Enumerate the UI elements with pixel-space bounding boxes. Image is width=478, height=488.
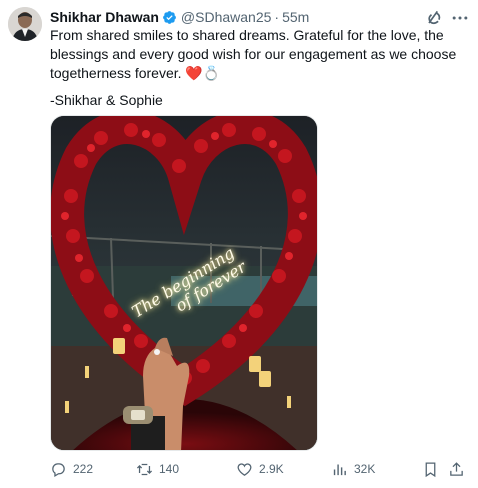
tweet-header: Shikhar Dhawan @SDhawan25 · 55m	[50, 7, 309, 27]
retweet-button[interactable]: 140	[136, 458, 179, 480]
bookmark-button[interactable]	[422, 458, 439, 480]
retweet-icon	[136, 463, 153, 475]
like-count: 2.9K	[259, 462, 284, 476]
views-count: 32K	[354, 462, 376, 476]
heart-icon	[237, 462, 252, 476]
views-button[interactable]: 32K	[331, 458, 375, 480]
tweet-actions: 222 140 2.9K 32K	[50, 458, 470, 480]
tweet[interactable]: Shikhar Dhawan @SDhawan25 · 55m From sha…	[0, 0, 478, 488]
tweet-signature: -Shikhar & Sophie	[50, 92, 163, 108]
author-name[interactable]: Shikhar Dhawan	[50, 9, 159, 25]
reply-count: 222	[73, 462, 94, 476]
tweet-text: From shared smiles to shared dreams. Gra…	[50, 26, 460, 83]
tweet-text-content: From shared smiles to shared dreams. Gra…	[50, 27, 457, 81]
retweet-count: 140	[159, 462, 180, 476]
reply-icon	[52, 462, 65, 477]
verified-badge-icon	[162, 10, 177, 25]
avatar[interactable]	[8, 7, 42, 41]
share-button[interactable]	[448, 458, 465, 480]
bookmark-icon	[425, 461, 436, 477]
share-icon	[450, 461, 463, 476]
tweet-timestamp[interactable]: 55m	[282, 9, 309, 25]
views-icon	[333, 464, 346, 475]
reply-button[interactable]: 222	[50, 458, 93, 480]
grok-icon[interactable]	[424, 8, 444, 28]
separator-dot: ·	[274, 9, 280, 25]
tweet-photo[interactable]: The beginning of forever	[50, 115, 318, 451]
like-button[interactable]: 2.9K	[236, 458, 284, 480]
author-handle[interactable]: @SDhawan25	[181, 9, 272, 25]
more-icon[interactable]	[450, 8, 470, 28]
